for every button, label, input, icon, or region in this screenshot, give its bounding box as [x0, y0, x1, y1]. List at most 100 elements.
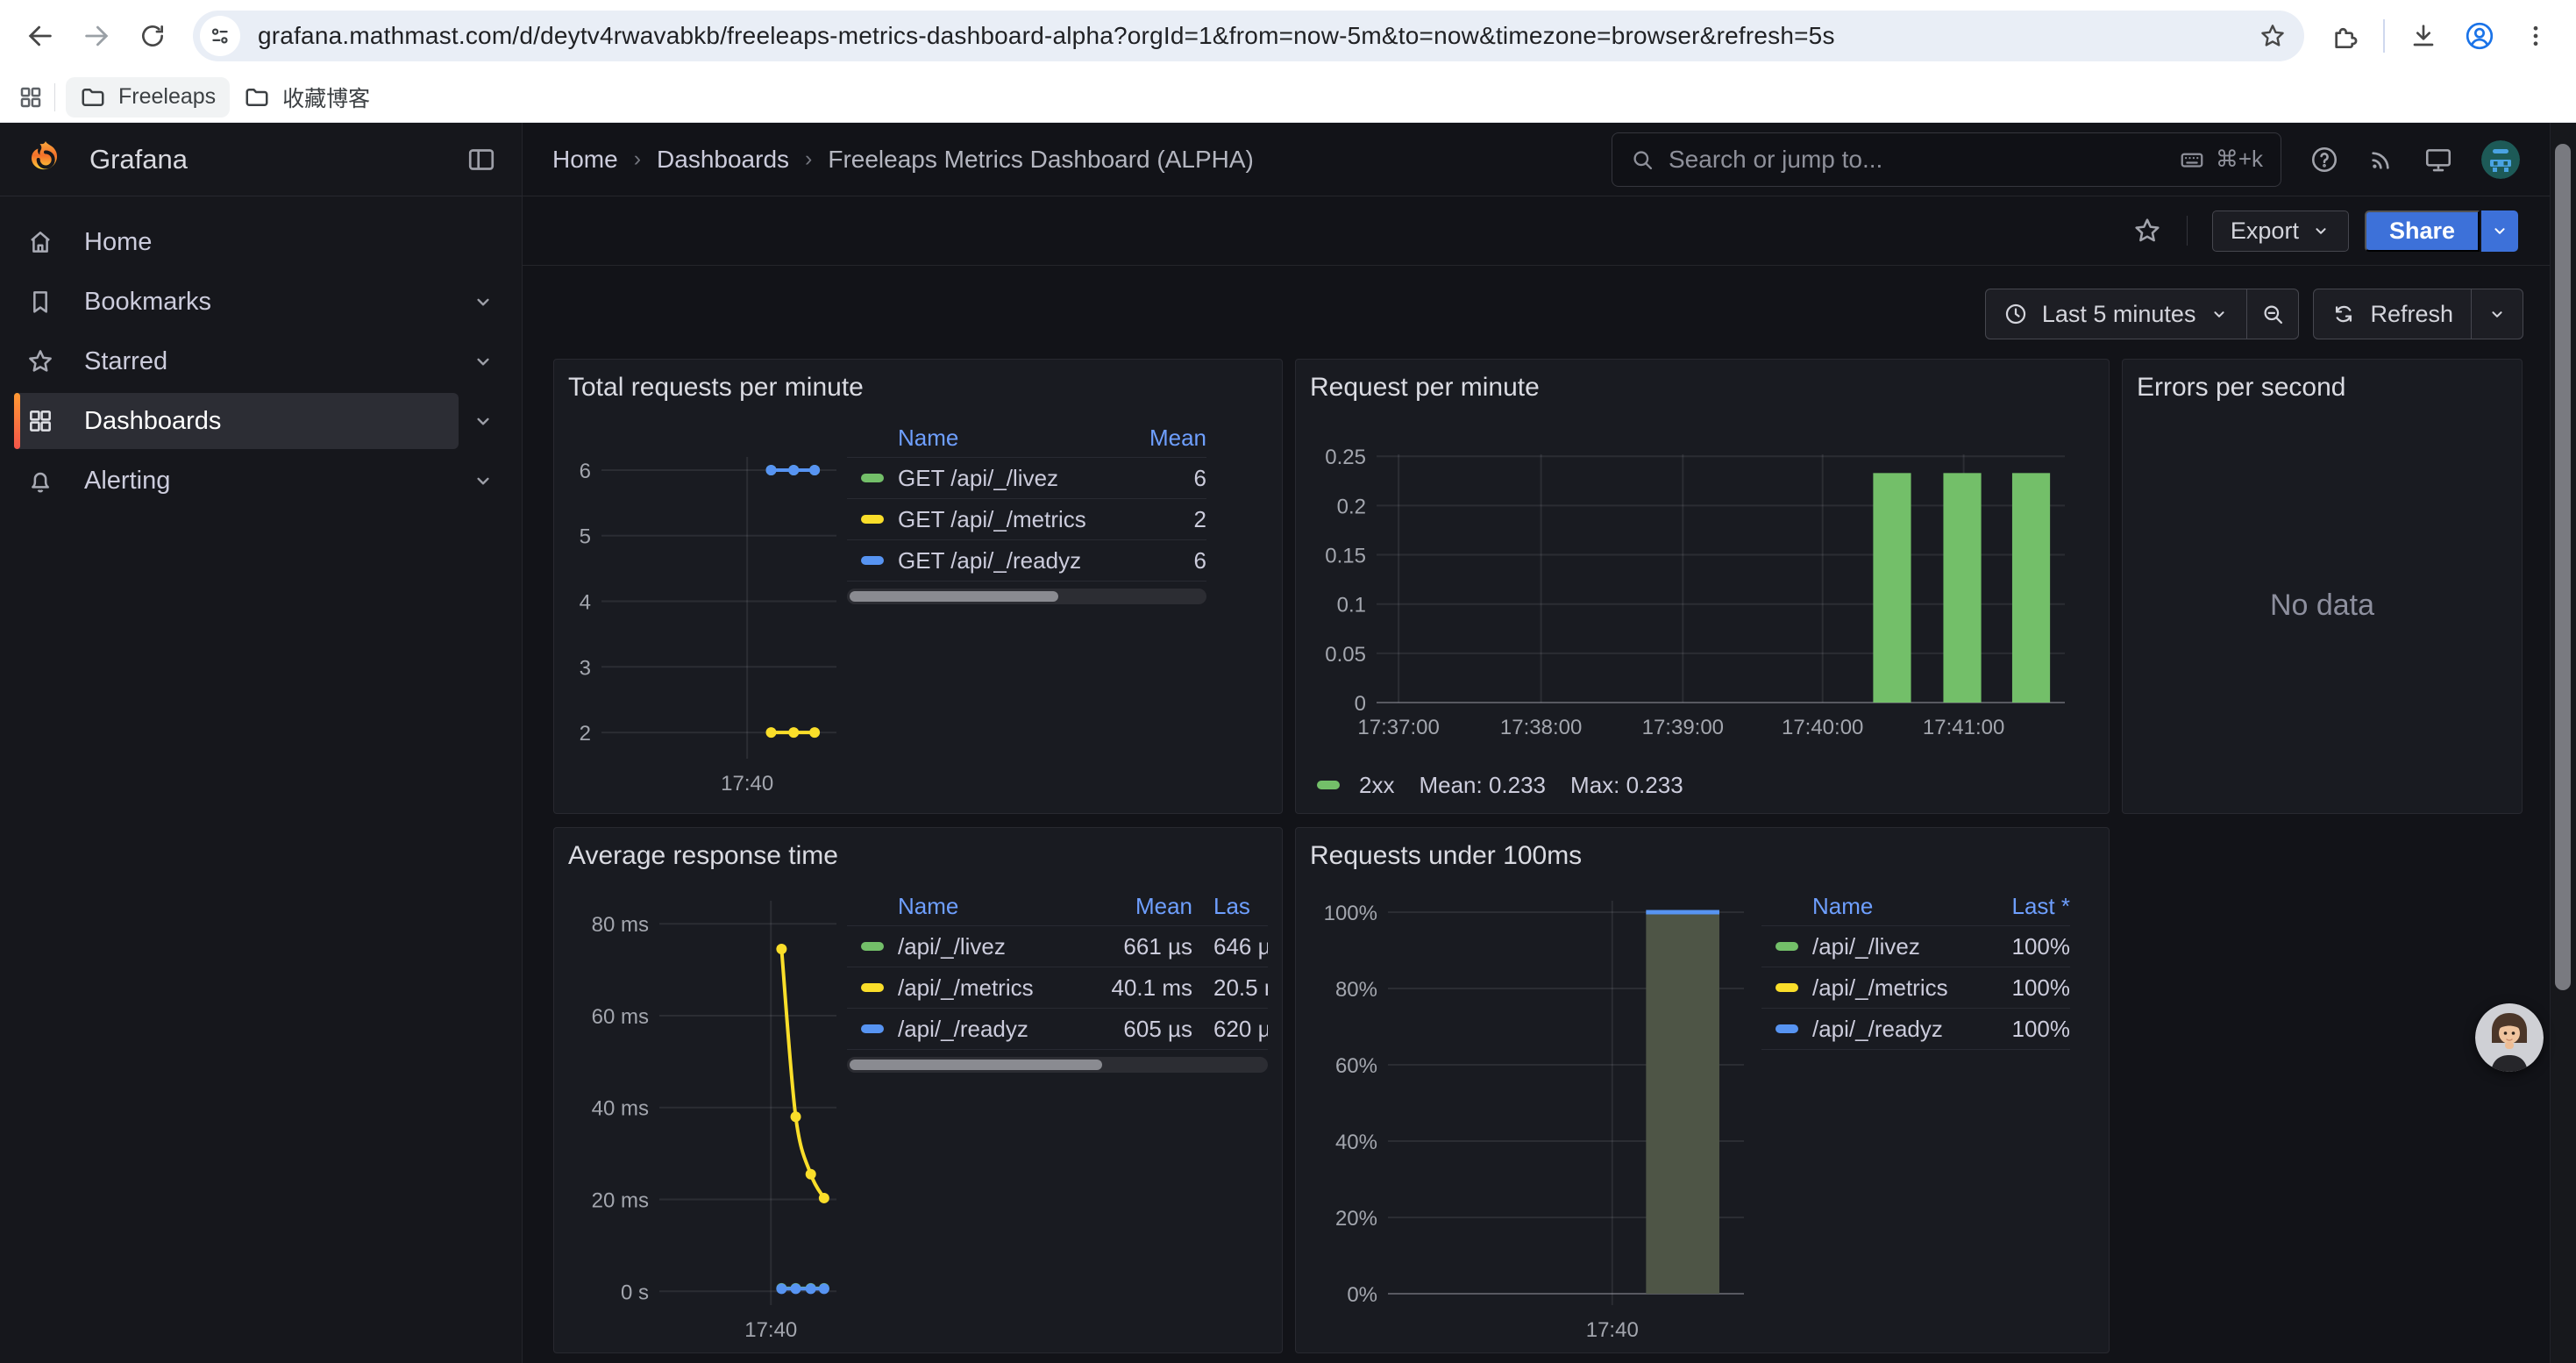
search-shortcut: ⌘+k: [2179, 146, 2263, 173]
svg-text:80 ms: 80 ms: [592, 913, 649, 937]
help-button[interactable]: [2309, 145, 2339, 175]
series-value: 40.1 ms: [1075, 974, 1192, 1002]
time-range-picker[interactable]: Last 5 minutes: [1986, 289, 2247, 339]
table-row[interactable]: GET /api/_/readyz6: [847, 540, 1206, 582]
user-avatar[interactable]: [2481, 140, 2520, 179]
url-text[interactable]: grafana.mathmast.com/d/deytv4rwavabkb/fr…: [258, 22, 2250, 50]
floating-assistant-avatar[interactable]: [2475, 1003, 2544, 1072]
panel-title[interactable]: Requests under 100ms: [1310, 837, 2095, 875]
series-name[interactable]: /api/_/livez: [1812, 933, 1920, 960]
zoom-out-button[interactable]: [2247, 289, 2298, 339]
sidebar-brand-row: Grafana: [0, 123, 522, 196]
sidebar-expand-alerting[interactable]: [459, 469, 508, 492]
panel-title[interactable]: Total requests per minute: [568, 368, 1268, 407]
series-name[interactable]: /api/_/livez: [898, 933, 1006, 960]
keyboard-icon: [2179, 146, 2205, 173]
legend-column-header[interactable]: Name: [898, 893, 1075, 920]
search-input[interactable]: [1669, 146, 2179, 174]
site-settings-icon[interactable]: [200, 16, 240, 56]
bookmark-item-blog[interactable]: 收藏博客: [230, 77, 384, 118]
table-row[interactable]: /api/_/readyz100%: [1761, 1009, 2070, 1050]
series-name[interactable]: GET /api/_/livez: [898, 465, 1058, 492]
panel-title[interactable]: Request per minute: [1310, 368, 2095, 407]
panel-row-1: Total requests per minute 6543217:40 Nam…: [553, 359, 2523, 814]
dashboard-actions-bar: Export Share: [523, 196, 2550, 266]
breadcrumb-home[interactable]: Home: [552, 146, 618, 174]
bar-chart[interactable]: 100%80%60%40%20%0%17:40: [1310, 875, 1761, 1344]
legend-scrollbar[interactable]: [847, 1057, 1268, 1073]
legend-column-header[interactable]: Name: [898, 425, 1101, 452]
sidebar-item-home[interactable]: Home: [14, 214, 508, 270]
legend-column-header[interactable]: Las: [1192, 893, 1268, 920]
table-row[interactable]: /api/_/livez661 µs646 µs: [847, 926, 1268, 967]
sidebar-item-dashboards[interactable]: Dashboards: [14, 393, 459, 449]
sidebar-expand-starred[interactable]: [459, 350, 508, 373]
series-name[interactable]: /api/_/readyz: [898, 1016, 1028, 1043]
favorite-dashboard-button[interactable]: [2132, 216, 2162, 246]
search-box[interactable]: ⌘+k: [1612, 132, 2281, 187]
timeseries-chart[interactable]: 6543217:40: [568, 407, 847, 804]
legend-column-header[interactable]: Mean: [1101, 425, 1206, 452]
timeseries-chart[interactable]: 80 ms60 ms40 ms20 ms0 s17:40: [568, 875, 847, 1344]
table-row[interactable]: /api/_/readyz605 µs620 µs: [847, 1009, 1268, 1050]
svg-text:17:37:00: 17:37:00: [1357, 716, 1439, 739]
legend-column-header[interactable]: Name: [1812, 893, 1965, 920]
series-name[interactable]: GET /api/_/metrics: [898, 506, 1086, 533]
back-button[interactable]: [16, 11, 65, 61]
reload-button[interactable]: [128, 11, 177, 61]
refresh-interval-button[interactable]: [2472, 289, 2523, 339]
sidebar-nav: Home Bookmarks: [0, 196, 522, 530]
table-row[interactable]: GET /api/_/livez6: [847, 458, 1206, 499]
bookmark-item-freeleaps[interactable]: Freeleaps: [66, 77, 230, 118]
svg-text:60%: 60%: [1335, 1054, 1377, 1078]
series-name[interactable]: /api/_/readyz: [1812, 1016, 1943, 1043]
forward-icon: [82, 21, 111, 51]
page-scrollbar[interactable]: [2550, 123, 2576, 1363]
legend-column-header[interactable]: Last *: [1965, 893, 2070, 920]
table-row[interactable]: /api/_/metrics100%: [1761, 967, 2070, 1009]
share-button[interactable]: Share: [2365, 211, 2480, 252]
main-area: Home › Dashboards › Freeleaps Metrics Da…: [523, 123, 2550, 1363]
table-row[interactable]: /api/_/metrics40.1 ms20.5 ms: [847, 967, 1268, 1009]
sidebar-item-alerting[interactable]: Alerting: [14, 453, 459, 509]
panel-title[interactable]: Average response time: [568, 837, 1268, 875]
browser-menu-button[interactable]: [2511, 11, 2560, 61]
apps-grid-button[interactable]: [18, 84, 44, 111]
legend-table: NameMeanGET /api/_/livez6GET /api/_/metr…: [847, 419, 1268, 804]
bar-chart[interactable]: 0.250.20.150.10.05017:37:0017:38:0017:39…: [1310, 407, 2095, 766]
sidebar-item-starred[interactable]: Starred: [14, 333, 459, 389]
table-row[interactable]: /api/_/livez100%: [1761, 926, 2070, 967]
share-menu-button[interactable]: [2481, 211, 2518, 252]
legend-scrollbar[interactable]: [847, 589, 1206, 604]
forward-button[interactable]: [72, 11, 121, 61]
sidebar-expand-dashboards[interactable]: [459, 410, 508, 432]
sidebar-item-label: Starred: [84, 347, 167, 376]
series-name[interactable]: /api/_/metrics: [898, 974, 1034, 1002]
series-name[interactable]: GET /api/_/readyz: [898, 547, 1081, 574]
table-row[interactable]: GET /api/_/metrics2: [847, 499, 1206, 540]
grafana-logo: [25, 139, 67, 181]
profile-button[interactable]: [2455, 11, 2504, 61]
actions-divider: [2187, 216, 2188, 246]
export-button[interactable]: Export: [2212, 211, 2349, 252]
address-bar[interactable]: grafana.mathmast.com/d/deytv4rwavabkb/fr…: [193, 11, 2304, 61]
breadcrumb-dashboards[interactable]: Dashboards: [657, 146, 789, 174]
scrollbar-thumb[interactable]: [2555, 144, 2571, 990]
legend-scrollbar-thumb[interactable]: [850, 1060, 1102, 1070]
sidebar-expand-bookmarks[interactable]: [459, 290, 508, 313]
dock-sidebar-button[interactable]: [466, 144, 497, 175]
downloads-button[interactable]: [2399, 11, 2448, 61]
panel-title[interactable]: Errors per second: [2137, 368, 2508, 407]
kiosk-button[interactable]: [2423, 145, 2453, 175]
refresh-button[interactable]: Refresh: [2314, 289, 2471, 339]
series-name[interactable]: /api/_/metrics: [1812, 974, 1948, 1002]
svg-text:100%: 100%: [1324, 902, 1377, 925]
news-button[interactable]: [2367, 146, 2395, 174]
extensions-button[interactable]: [2320, 11, 2369, 61]
svg-text:80%: 80%: [1335, 978, 1377, 1002]
legend-series-label[interactable]: 2xx: [1359, 772, 1394, 799]
legend-column-header[interactable]: Mean: [1075, 893, 1192, 920]
sidebar-item-bookmarks[interactable]: Bookmarks: [14, 274, 459, 330]
legend-scrollbar-thumb[interactable]: [850, 591, 1058, 602]
bookmark-star-button[interactable]: [2250, 13, 2295, 59]
